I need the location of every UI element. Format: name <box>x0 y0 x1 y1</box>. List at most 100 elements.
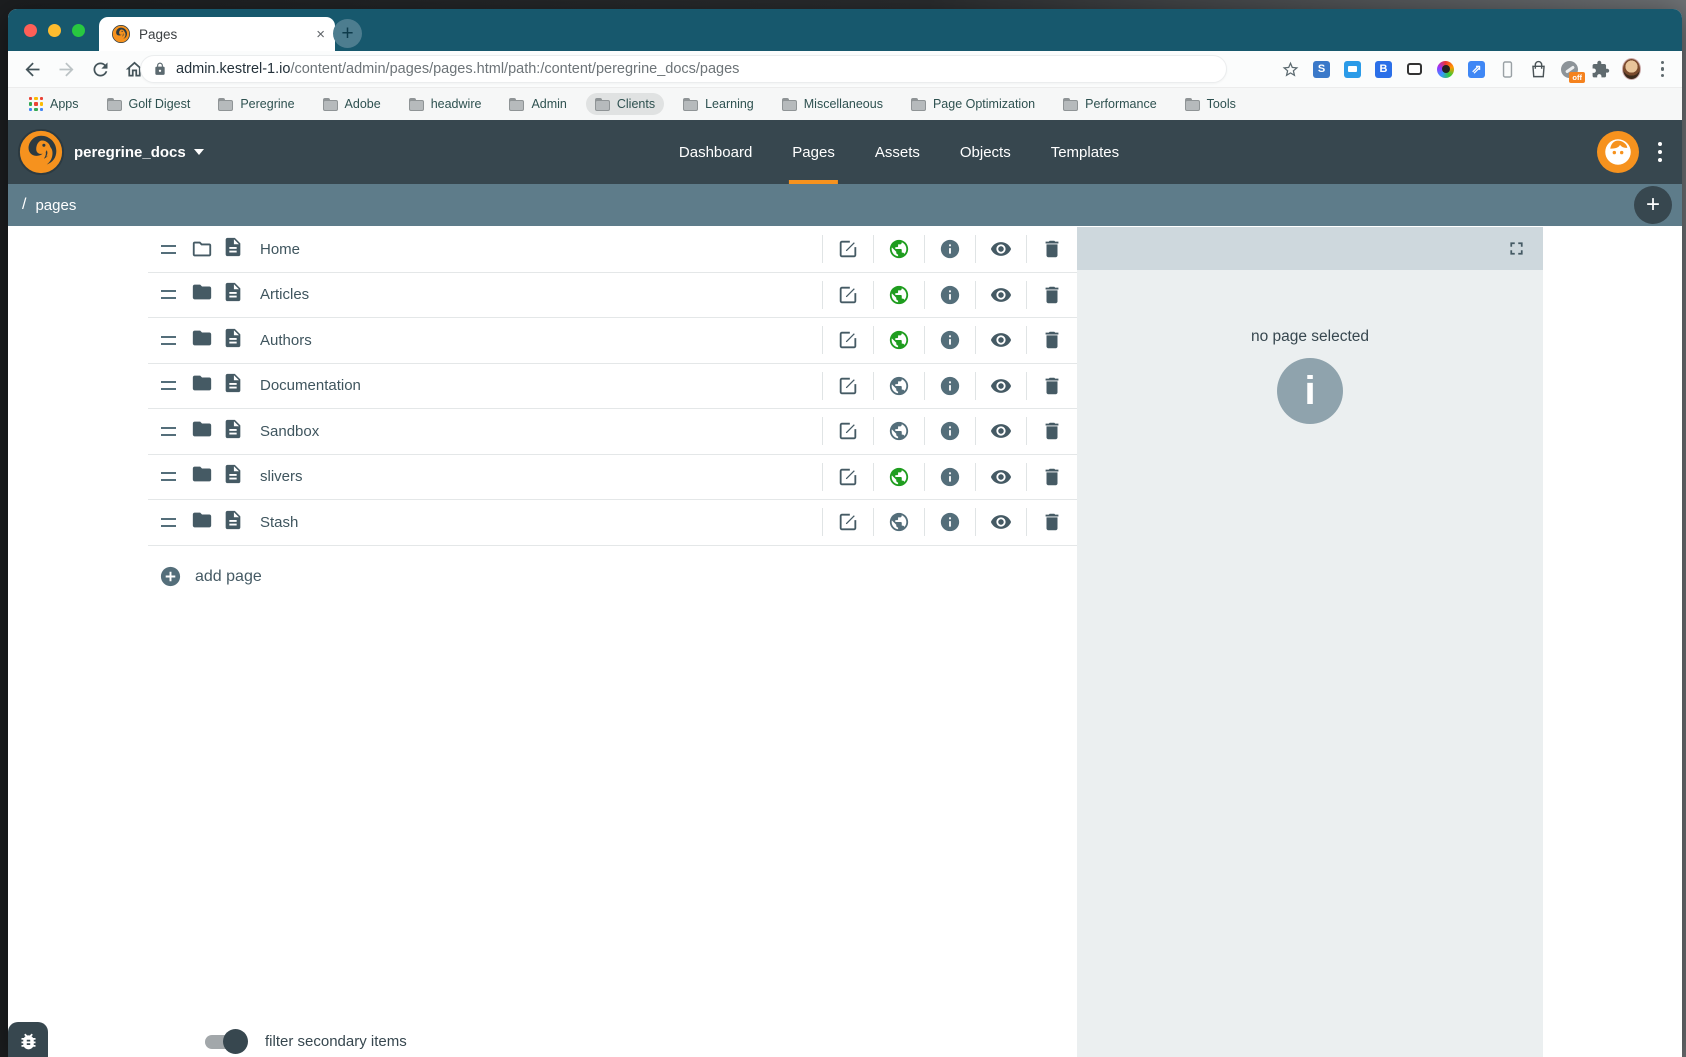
extension-mobile-icon[interactable] <box>1498 60 1517 79</box>
maximize-window-button[interactable] <box>72 24 85 37</box>
preview-button[interactable] <box>976 227 1026 272</box>
page-name[interactable]: slivers <box>260 468 822 485</box>
drag-handle-icon[interactable] <box>161 472 176 481</box>
extension-off-icon[interactable]: off <box>1560 60 1579 79</box>
bookmark-apps[interactable]: Apps <box>20 93 88 115</box>
browser-tab[interactable]: Pages × <box>99 17 335 51</box>
edit-button[interactable] <box>823 318 873 363</box>
page-name[interactable]: Documentation <box>260 377 822 394</box>
publish-status-button[interactable] <box>874 455 924 500</box>
nav-item-pages[interactable]: Pages <box>789 120 838 184</box>
edit-button[interactable] <box>823 273 873 318</box>
minimize-window-button[interactable] <box>48 24 61 37</box>
tab-close-icon[interactable]: × <box>316 27 325 42</box>
bookmark-folder[interactable]: Learning <box>674 93 763 115</box>
new-tab-button[interactable]: + <box>333 19 362 48</box>
close-window-button[interactable] <box>24 24 37 37</box>
bookmark-folder[interactable]: Page Optimization <box>902 93 1044 115</box>
publish-status-button[interactable] <box>874 364 924 409</box>
address-bar[interactable]: admin.kestrel-1.io/content/admin/pages/p… <box>140 55 1227 83</box>
debug-bug-button[interactable] <box>8 1022 48 1057</box>
extension-bag-icon[interactable] <box>1529 60 1548 79</box>
browser-menu-icon[interactable] <box>1653 60 1672 79</box>
info-button[interactable] <box>925 273 975 318</box>
delete-button[interactable] <box>1027 500 1077 545</box>
drag-handle-icon[interactable] <box>161 245 176 254</box>
extension-share-arrow-icon[interactable]: ⇗ <box>1467 60 1486 79</box>
back-button[interactable] <box>22 59 43 80</box>
trash-icon <box>1041 329 1063 351</box>
add-page-button[interactable]: add page <box>159 565 262 588</box>
publish-status-button[interactable] <box>874 500 924 545</box>
bookmark-folder[interactable]: Admin <box>500 93 575 115</box>
preview-button[interactable] <box>976 455 1026 500</box>
bookmark-star-icon[interactable] <box>1281 60 1300 79</box>
add-button[interactable]: + <box>1634 186 1672 224</box>
extension-camera-icon[interactable] <box>1436 60 1455 79</box>
bookmark-folder[interactable]: Miscellaneous <box>773 93 892 115</box>
delete-button[interactable] <box>1027 455 1077 500</box>
bookmark-folder[interactable]: Peregrine <box>209 93 303 115</box>
info-button[interactable] <box>925 455 975 500</box>
bookmark-folder[interactable]: Tools <box>1176 93 1245 115</box>
nav-item-assets[interactable]: Assets <box>872 120 923 184</box>
bookmark-folder[interactable]: Performance <box>1054 93 1166 115</box>
extension-b-icon[interactable]: B <box>1374 60 1393 79</box>
forward-button[interactable] <box>56 59 77 80</box>
delete-button[interactable] <box>1027 364 1077 409</box>
nav-item-objects[interactable]: Objects <box>957 120 1014 184</box>
preview-button[interactable] <box>976 409 1026 454</box>
preview-button[interactable] <box>976 364 1026 409</box>
drag-handle-icon[interactable] <box>161 381 176 390</box>
info-button[interactable] <box>925 500 975 545</box>
delete-button[interactable] <box>1027 273 1077 318</box>
extension-s-icon[interactable]: S <box>1312 60 1331 79</box>
info-button[interactable] <box>925 227 975 272</box>
edit-button[interactable] <box>823 364 873 409</box>
header-menu-icon[interactable] <box>1650 120 1670 184</box>
preview-button[interactable] <box>976 273 1026 318</box>
bookmark-folder[interactable]: Clients <box>586 93 664 115</box>
nav-item-templates[interactable]: Templates <box>1048 120 1122 184</box>
edit-button[interactable] <box>823 500 873 545</box>
reload-button[interactable] <box>90 59 111 80</box>
page-name[interactable]: Sandbox <box>260 423 822 440</box>
fullscreen-icon[interactable] <box>1506 238 1527 259</box>
profile-avatar[interactable] <box>1622 60 1641 79</box>
page-name[interactable]: Home <box>260 241 822 258</box>
preview-button[interactable] <box>976 318 1026 363</box>
drag-handle-icon[interactable] <box>161 518 176 527</box>
user-avatar[interactable] <box>1597 131 1639 173</box>
breadcrumb-current[interactable]: pages <box>35 197 76 214</box>
url-domain: admin.kestrel-1.io <box>176 61 290 77</box>
info-button[interactable] <box>925 409 975 454</box>
bookmark-folder[interactable]: Adobe <box>314 93 390 115</box>
nav-item-dashboard[interactable]: Dashboard <box>676 120 755 184</box>
drag-handle-icon[interactable] <box>161 336 176 345</box>
page-name[interactable]: Authors <box>260 332 822 349</box>
preview-button[interactable] <box>976 500 1026 545</box>
delete-button[interactable] <box>1027 409 1077 454</box>
edit-button[interactable] <box>823 227 873 272</box>
publish-status-button[interactable] <box>874 318 924 363</box>
delete-button[interactable] <box>1027 318 1077 363</box>
site-switcher[interactable]: peregrine_docs <box>74 120 204 184</box>
extension-windows-icon[interactable] <box>1343 60 1362 79</box>
publish-status-button[interactable] <box>874 409 924 454</box>
drag-handle-icon[interactable] <box>161 290 176 299</box>
edit-button[interactable] <box>823 455 873 500</box>
page-name[interactable]: Articles <box>260 286 822 303</box>
extension-capture-frame-icon[interactable] <box>1405 60 1424 79</box>
filter-secondary-toggle[interactable] <box>205 1029 245 1054</box>
bookmark-folder[interactable]: headwire <box>400 93 491 115</box>
extensions-puzzle-icon[interactable] <box>1591 60 1610 79</box>
publish-status-button[interactable] <box>874 227 924 272</box>
delete-button[interactable] <box>1027 227 1077 272</box>
bookmark-folder[interactable]: Golf Digest <box>98 93 200 115</box>
page-name[interactable]: Stash <box>260 514 822 531</box>
drag-handle-icon[interactable] <box>161 427 176 436</box>
info-button[interactable] <box>925 318 975 363</box>
edit-button[interactable] <box>823 409 873 454</box>
info-button[interactable] <box>925 364 975 409</box>
publish-status-button[interactable] <box>874 273 924 318</box>
